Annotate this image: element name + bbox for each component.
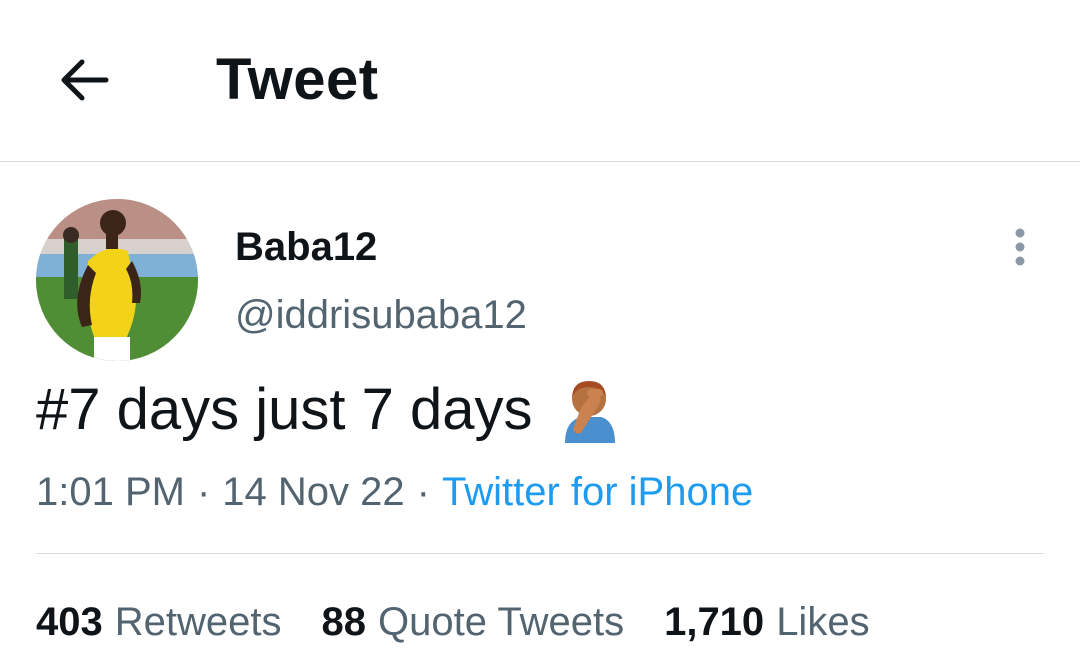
top-app-bar: Tweet bbox=[0, 0, 1080, 162]
more-vertical-icon bbox=[1015, 228, 1025, 266]
arrow-left-icon bbox=[61, 59, 109, 101]
avatar[interactable] bbox=[36, 199, 198, 361]
retweets-count: 403 bbox=[36, 600, 103, 644]
tweet-text: #7 days just 7 days bbox=[36, 376, 619, 444]
quote-tweets-stat[interactable]: 88 Quote Tweets bbox=[322, 596, 625, 648]
tweet-date: 14 Nov 22 bbox=[222, 470, 405, 514]
likes-stat[interactable]: 1,710 Likes bbox=[664, 596, 870, 648]
meta-separator: · bbox=[416, 470, 430, 514]
person-facepalming-emoji bbox=[564, 381, 615, 443]
tweet-source-link[interactable]: Twitter for iPhone bbox=[442, 470, 753, 514]
avatar-image bbox=[36, 199, 198, 361]
quote-tweets-label: Quote Tweets bbox=[378, 600, 625, 644]
tweet-stats: 403 Retweets 88 Quote Tweets 1,710 Likes bbox=[36, 596, 910, 648]
more-options-button[interactable] bbox=[1000, 222, 1040, 272]
divider bbox=[36, 553, 1044, 554]
tweet-text-content: #7 days just 7 days bbox=[36, 377, 533, 442]
meta-separator: · bbox=[196, 470, 211, 514]
quote-tweets-count: 88 bbox=[321, 600, 367, 644]
tweet-meta: 1:01 PM · 14 Nov 22 · Twitter for iPhone bbox=[36, 466, 753, 518]
retweets-stat[interactable]: 403 Retweets bbox=[36, 596, 282, 648]
tweet-time: 1:01 PM bbox=[36, 470, 185, 514]
author-handle[interactable]: @iddrisubaba12 bbox=[235, 290, 527, 340]
likes-count: 1,710 bbox=[664, 600, 765, 644]
retweets-label: Retweets bbox=[114, 600, 282, 644]
author-display-name[interactable]: Baba12 bbox=[235, 222, 377, 272]
page-title: Tweet bbox=[216, 47, 379, 112]
likes-label: Likes bbox=[776, 600, 870, 644]
back-button[interactable] bbox=[52, 50, 116, 110]
